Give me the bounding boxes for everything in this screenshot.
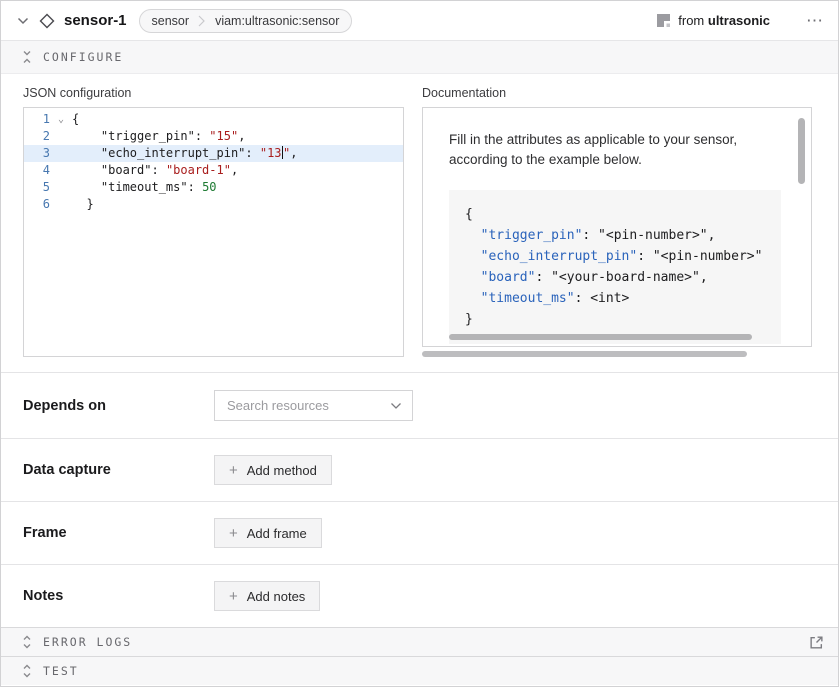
error-logs-section-bar[interactable]: ERROR LOGS (1, 627, 838, 656)
add-frame-button[interactable]: + Add frame (214, 518, 322, 548)
depends-on-row: Depends on Search resources (1, 372, 838, 438)
documentation-label: Documentation (422, 86, 812, 101)
configure-body: JSON configuration 1⌄{2 "trigger_pin": "… (1, 74, 838, 372)
expand-vertical-icon[interactable] (21, 664, 33, 678)
resource-type-label: sensor (152, 14, 190, 28)
line-number: 5 (24, 179, 50, 196)
code-line: "timeout_ms": <int> (465, 288, 781, 309)
plus-icon: + (229, 526, 238, 541)
notes-row: Notes + Add notes (1, 564, 838, 627)
add-method-button-label: Add method (247, 463, 317, 478)
frame-label: Frame (23, 525, 214, 541)
line-number: 6 (24, 196, 50, 213)
code-line[interactable]: 5 "timeout_ms": 50 (24, 179, 403, 196)
code-line[interactable]: 2 "trigger_pin": "15", (24, 128, 403, 145)
line-number: 1 (24, 111, 50, 128)
frame-row: Frame + Add frame (1, 501, 838, 564)
panel-horizontal-scrollbar-thumb[interactable] (422, 351, 747, 357)
chevron-right-icon (198, 13, 206, 29)
header-right-group: from ultrasonic ⋯ (657, 13, 824, 28)
line-number: 2 (24, 128, 50, 145)
expand-vertical-icon[interactable] (21, 635, 33, 649)
add-notes-button[interactable]: + Add notes (214, 581, 320, 611)
resource-card: sensor-1 sensor viam:ultrasonic:sensor f… (0, 0, 839, 687)
fold-gutter (50, 145, 72, 162)
json-config-column: JSON configuration 1⌄{2 "trigger_pin": "… (23, 86, 404, 357)
code-line: { (465, 204, 781, 225)
line-number: 3 (24, 145, 50, 162)
fold-gutter (50, 162, 72, 179)
resource-header: sensor-1 sensor viam:ultrasonic:sensor f… (1, 1, 838, 41)
depends-on-select[interactable]: Search resources (214, 390, 413, 421)
configure-section-title: CONFIGURE (43, 50, 123, 64)
plus-icon: + (229, 589, 238, 604)
fold-gutter (50, 196, 72, 213)
from-fragment-label: from ultrasonic (678, 13, 770, 28)
resource-model-label: viam:ultrasonic:sensor (215, 14, 339, 28)
data-capture-row: Data capture + Add method (1, 438, 838, 501)
sensor-diamond-icon (39, 13, 55, 29)
documentation-column: Documentation Fill in the attributes as … (422, 86, 812, 357)
vertical-scrollbar-thumb[interactable] (798, 118, 805, 184)
notes-label: Notes (23, 588, 214, 604)
code-line[interactable]: 4 "board": "board-1", (24, 162, 403, 179)
code-line[interactable]: 6 } (24, 196, 403, 213)
depends-on-label: Depends on (23, 398, 214, 414)
code-horizontal-scrollbar-thumb[interactable] (449, 334, 752, 340)
collapse-vertical-icon[interactable] (21, 50, 33, 64)
json-config-editor[interactable]: 1⌄{2 "trigger_pin": "15",3 "echo_interru… (23, 107, 404, 357)
documentation-intro: Fill in the attributes as applicable to … (449, 130, 779, 171)
fragment-icon (657, 14, 670, 27)
chevron-down-icon (390, 402, 402, 410)
fold-chevron-icon[interactable]: ⌄ (50, 111, 72, 128)
collapse-chevron-icon[interactable] (17, 14, 31, 28)
data-capture-label: Data capture (23, 462, 214, 478)
fold-gutter (50, 179, 72, 196)
test-section-bar[interactable]: TEST (1, 656, 838, 685)
fragment-name: ultrasonic (708, 13, 770, 28)
code-line: "echo_interrupt_pin": "<pin-number>" (465, 246, 781, 267)
documentation-code-block: { "trigger_pin": "<pin-number>", "echo_i… (449, 190, 781, 344)
add-notes-button-label: Add notes (247, 589, 306, 604)
ellipsis-menu-icon[interactable]: ⋯ (806, 16, 824, 26)
json-config-label: JSON configuration (23, 86, 404, 101)
add-frame-button-label: Add frame (247, 526, 307, 541)
resource-name: sensor-1 (64, 12, 127, 29)
resource-type-badge: sensor viam:ultrasonic:sensor (139, 9, 353, 33)
open-external-icon[interactable] (809, 635, 824, 650)
code-line: "board": "<your-board-name>", (465, 267, 781, 288)
add-method-button[interactable]: + Add method (214, 455, 332, 485)
configure-section-bar[interactable]: CONFIGURE (1, 41, 838, 74)
test-section-title: TEST (43, 664, 79, 678)
documentation-panel: Fill in the attributes as applicable to … (422, 107, 812, 347)
fold-gutter (50, 128, 72, 145)
depends-on-placeholder: Search resources (227, 398, 390, 413)
code-line[interactable]: 1⌄{ (24, 111, 403, 128)
line-number: 4 (24, 162, 50, 179)
plus-icon: + (229, 463, 238, 478)
code-line: "trigger_pin": "<pin-number>", (465, 225, 781, 246)
code-line: } (465, 309, 781, 330)
code-line[interactable]: 3 "echo_interrupt_pin": "13", (24, 145, 403, 162)
error-logs-section-title: ERROR LOGS (43, 635, 132, 649)
